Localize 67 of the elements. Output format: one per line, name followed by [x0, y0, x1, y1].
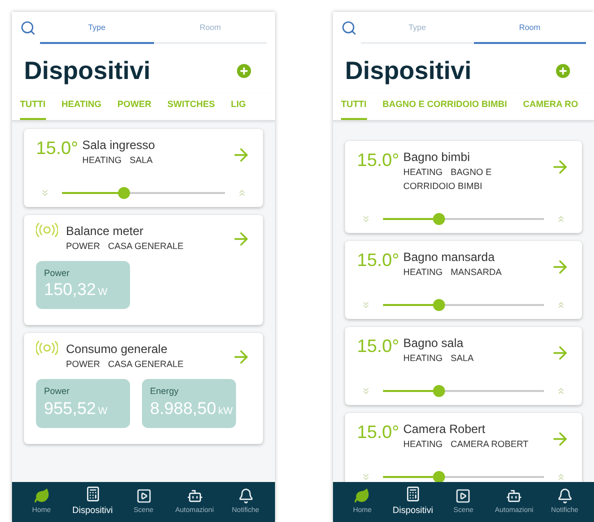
decrease-icon[interactable]	[361, 386, 371, 396]
decrease-icon[interactable]	[361, 214, 371, 224]
device-tags: POWER CASA GENERALE	[66, 357, 223, 371]
add-icon[interactable]	[237, 64, 251, 78]
reading-value: 150,32	[44, 280, 96, 299]
temperature-reading: 15.0°	[357, 248, 400, 270]
device-tags: HEATING BAGNO E CORRIDOIO BIMBI	[403, 164, 546, 192]
calculator-icon	[84, 486, 100, 502]
play-square-icon	[455, 488, 472, 504]
slider-thumb[interactable]	[118, 186, 130, 198]
device-name: Balance meter	[66, 222, 144, 238]
robot-icon	[186, 488, 202, 504]
reading-label: Power	[44, 385, 71, 398]
temperature-slider[interactable]	[383, 212, 544, 224]
decrease-icon[interactable]	[361, 300, 371, 310]
increase-icon[interactable]	[556, 300, 566, 310]
page-title: Dispositivi	[24, 56, 150, 86]
increase-icon[interactable]	[556, 472, 566, 482]
increase-icon[interactable]	[556, 386, 566, 396]
device-name: Sala ingresso	[82, 136, 156, 152]
temperature-slider[interactable]	[383, 298, 544, 310]
device-tags: HEATING SALA	[82, 152, 227, 166]
bell-icon	[556, 488, 573, 504]
slider-thumb[interactable]	[433, 212, 446, 224]
leaf-icon	[354, 488, 370, 504]
device-tags: HEATING SALA	[403, 350, 546, 364]
signal-waves-icon	[36, 222, 58, 236]
device-tags: HEATING CAMERA ROBERT	[403, 436, 546, 450]
page-title: Dispositivi	[345, 56, 472, 86]
temperature-slider[interactable]	[383, 384, 544, 396]
signal-waves-icon	[36, 341, 58, 355]
device-name: Bagno mansarda	[403, 248, 496, 264]
decrease-icon[interactable]	[361, 472, 371, 482]
device-name: Consumo generale	[66, 341, 168, 357]
nav-item[interactable]: Dispositivi	[388, 482, 438, 522]
increase-icon[interactable]	[556, 214, 566, 224]
reading-unit: W	[98, 287, 108, 298]
calculator-icon	[404, 486, 421, 502]
slider-thumb[interactable]	[433, 470, 446, 482]
temperature-reading: 15.0°	[357, 420, 400, 442]
temperature-slider[interactable]	[62, 186, 225, 198]
reading-unit: kW	[218, 406, 233, 416]
slider-thumb[interactable]	[433, 384, 446, 396]
search-icon[interactable]	[20, 20, 36, 36]
reading-value: 8.988,50	[150, 398, 216, 418]
device-tags: POWER CASA GENERALE	[66, 238, 223, 252]
device-tags: HEATING MANSARDA	[403, 264, 546, 278]
nav-item[interactable]: Dispositivi	[67, 482, 118, 522]
bell-icon	[238, 488, 254, 504]
increase-icon[interactable]	[237, 188, 247, 198]
reading-label: Power	[44, 266, 71, 280]
leaf-icon	[34, 488, 50, 504]
add-icon[interactable]	[556, 64, 570, 78]
robot-icon	[506, 488, 522, 504]
decrease-icon[interactable]	[40, 188, 50, 198]
device-name: Bagno sala	[403, 334, 464, 350]
play-square-icon	[136, 488, 152, 504]
temperature-reading: 15.0°	[36, 136, 78, 158]
search-icon[interactable]	[341, 20, 357, 36]
reading-value: 955,52	[44, 398, 96, 418]
temperature-reading: 15.0°	[357, 334, 400, 356]
device-name: Camera Robert	[403, 420, 486, 436]
slider-thumb[interactable]	[433, 298, 446, 310]
device-name: Bagno bimbi	[403, 148, 471, 164]
reading-label: Energy	[150, 385, 180, 398]
temperature-reading: 15.0°	[357, 148, 400, 170]
reading-unit: W	[98, 406, 108, 416]
